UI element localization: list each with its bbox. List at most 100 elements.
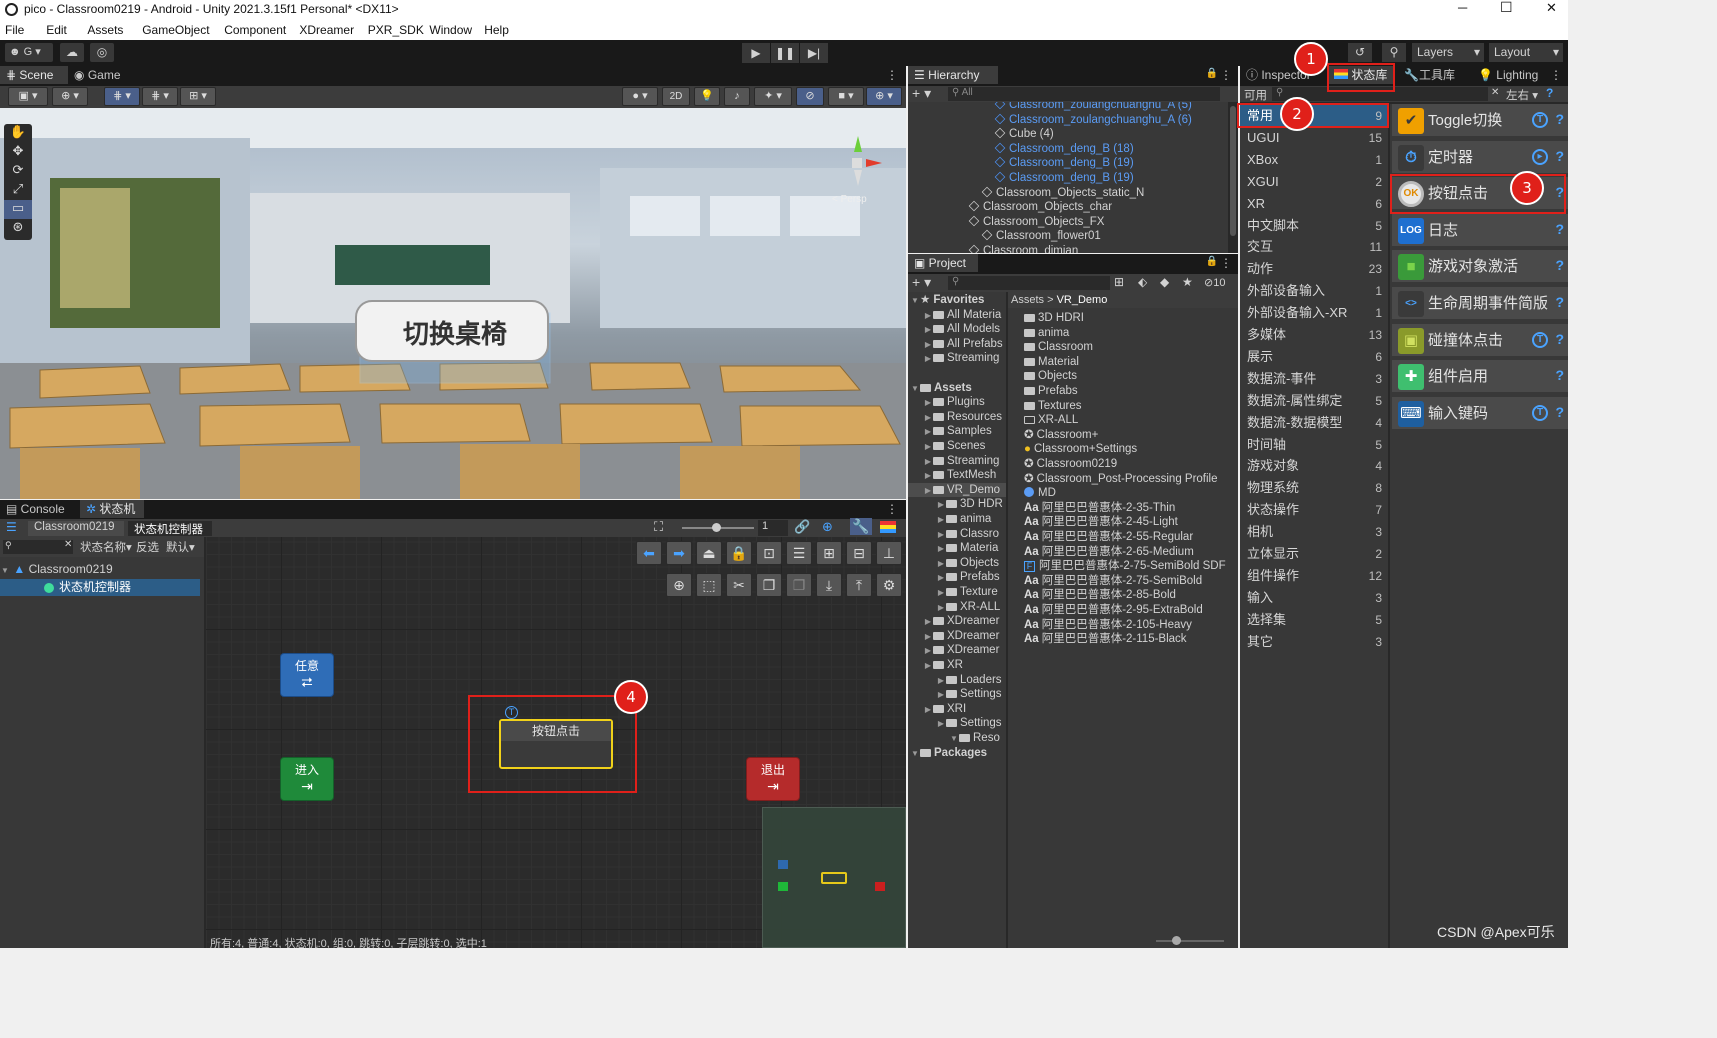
tag-icon[interactable]: ◆ bbox=[1160, 275, 1169, 289]
project-file-item[interactable]: Material bbox=[1008, 355, 1238, 370]
cut-icon[interactable]: ✂ bbox=[726, 573, 752, 597]
exit-node[interactable]: 退出 ⇥ bbox=[746, 757, 800, 801]
close-button[interactable]: ✕ bbox=[1546, 0, 1557, 16]
statelib-action[interactable]: ✔ Toggle切换 T? bbox=[1392, 104, 1568, 138]
project-file-item[interactable]: Aa 阿里巴巴普惠体-2-45-Light bbox=[1008, 515, 1238, 530]
project-tree-item[interactable]: ▶ Scenes bbox=[908, 439, 1006, 454]
statelib-category[interactable]: 时间轴 5 bbox=[1240, 434, 1388, 456]
settings-gear-icon[interactable]: ⚙ bbox=[876, 573, 902, 597]
project-file-item[interactable]: ✪ Classroom_Post-Processing Profile bbox=[1008, 472, 1238, 487]
cloud-icon[interactable]: ☁ bbox=[60, 43, 84, 62]
project-tree-item[interactable]: ▶ XR bbox=[908, 658, 1006, 673]
help-icon[interactable]: ? bbox=[1546, 86, 1553, 100]
statelib-category[interactable]: 输入 3 bbox=[1240, 587, 1388, 609]
project-tree-item[interactable]: ▶ XDreamer bbox=[908, 643, 1006, 658]
menu-item-assets[interactable]: Assets bbox=[87, 23, 123, 37]
minimap[interactable] bbox=[762, 807, 906, 948]
project-tree-item[interactable]: ▶ Objects bbox=[908, 556, 1006, 571]
project-file-item[interactable]: ✪ Classroom+ bbox=[1008, 428, 1238, 443]
transform-tool-icon[interactable]: ⊛ bbox=[4, 219, 32, 238]
statelib-category[interactable]: 外部设备输入 1 bbox=[1240, 280, 1388, 302]
project-tree-item[interactable]: ▶ 3D HDR bbox=[908, 497, 1006, 512]
tab-scene[interactable]: ⋕ Scene bbox=[0, 66, 68, 84]
layers-dropdown[interactable]: Layers ▾ bbox=[1412, 43, 1484, 62]
project-tree-item[interactable]: ▶ XR-ALL bbox=[908, 600, 1006, 615]
axis-gizmo[interactable] bbox=[828, 136, 884, 192]
hidden-count[interactable]: ⊘10 bbox=[1204, 276, 1225, 289]
menu-item-help[interactable]: Help bbox=[484, 23, 509, 37]
tab-lighting[interactable]: 💡 Lighting bbox=[1472, 66, 1552, 84]
statelib-action[interactable]: LOG 日志? bbox=[1392, 213, 1568, 248]
project-file-item[interactable]: Prefabs bbox=[1008, 384, 1238, 399]
statelib-icon[interactable] bbox=[880, 521, 896, 533]
statelib-category[interactable]: XGUI 2 bbox=[1240, 171, 1388, 193]
hierarchy-row[interactable]: Classroom_Objects_static_N bbox=[908, 186, 1228, 201]
statelib-category[interactable]: 物理系统 8 bbox=[1240, 477, 1388, 499]
statelib-category[interactable]: 数据流-事件 3 bbox=[1240, 368, 1388, 390]
any-state-node[interactable]: 任意 ⮂ bbox=[280, 653, 334, 697]
align-right-icon[interactable]: ➡ bbox=[666, 541, 692, 565]
add-icon[interactable]: + ▾ bbox=[912, 274, 931, 291]
project-file-item[interactable]: Textures bbox=[1008, 399, 1238, 414]
grid-snap-icon[interactable]: ⋕ ▾ bbox=[104, 87, 140, 106]
hierarchy-row[interactable]: Classroom_dimian bbox=[908, 244, 1228, 253]
help-icon[interactable]: ? bbox=[1555, 221, 1564, 237]
target-icon[interactable]: ⊕ bbox=[822, 519, 833, 535]
statelib-category[interactable]: 其它 3 bbox=[1240, 631, 1388, 653]
project-tree-item[interactable]: ▶ XDreamer bbox=[908, 614, 1006, 629]
rotate-tool-icon[interactable]: ⟳ bbox=[4, 162, 32, 181]
breadcrumb-vrdemo[interactable]: VR_Demo bbox=[1057, 294, 1108, 306]
menu-item-xdreamer[interactable]: XDreamer bbox=[299, 23, 354, 37]
project-file-item[interactable]: Aa 阿里巴巴普惠体-2-95-ExtraBold bbox=[1008, 603, 1238, 618]
lock-icon[interactable]: 🔒 bbox=[1206, 68, 1218, 79]
statelib-category[interactable]: 多媒体 13 bbox=[1240, 324, 1388, 346]
project-tree-item[interactable]: ▶ Resources bbox=[908, 410, 1006, 425]
project-tree-item[interactable]: ▶ All Prefabs bbox=[908, 337, 1006, 352]
hierarchy-search-input[interactable]: ⚲ All bbox=[948, 87, 1220, 101]
frame-icon[interactable]: ⛶ bbox=[654, 519, 663, 535]
menu-item-window[interactable]: Window bbox=[429, 23, 472, 37]
statelib-action[interactable]: ■ 游戏对象激活? bbox=[1392, 250, 1568, 285]
hierarchy-scrollbar[interactable] bbox=[1230, 106, 1236, 236]
project-tree-item[interactable]: ▶ VR_Demo bbox=[908, 482, 1006, 498]
filter-name-dropdown[interactable]: 状态名称▾ bbox=[80, 539, 132, 555]
more-icon[interactable]: ⋮ bbox=[886, 68, 898, 82]
play-button[interactable]: ▶ bbox=[742, 43, 770, 63]
hierarchy-row[interactable]: Classroom_deng_B (19) bbox=[908, 156, 1228, 171]
project-tree-item[interactable]: ▶ Materia bbox=[908, 541, 1006, 556]
project-file-item[interactable]: Aa 阿里巴巴普惠体-2-75-SemiBold bbox=[1008, 574, 1238, 589]
hierarchy-row[interactable]: Classroom_Objects_FX bbox=[908, 215, 1228, 230]
lock-icon[interactable]: 🔒 bbox=[726, 541, 752, 565]
statelib-category[interactable]: UGUI 15 bbox=[1240, 127, 1388, 149]
project-file-item[interactable]: ✪ Classroom0219 bbox=[1008, 457, 1238, 472]
statelib-category[interactable]: 选择集 5 bbox=[1240, 609, 1388, 631]
statelib-action[interactable]: ✚ 组件启用? bbox=[1392, 360, 1568, 395]
lock-icon[interactable]: 🔒 bbox=[1206, 256, 1218, 267]
statelib-category[interactable]: XR 6 bbox=[1240, 193, 1388, 215]
project-tree-item[interactable]: ▶ Plugins bbox=[908, 395, 1006, 410]
help-icon[interactable]: ? bbox=[1555, 294, 1564, 310]
layout-dropdown[interactable]: 左右 ▾ bbox=[1506, 87, 1538, 103]
project-tree-item[interactable]: ▶ All Models bbox=[908, 322, 1006, 337]
help-icon[interactable]: ? bbox=[1555, 367, 1564, 383]
statelib-category[interactable]: 游戏对象 4 bbox=[1240, 455, 1388, 477]
statelib-action[interactable]: ▣ 碰撞体点击 T? bbox=[1392, 323, 1568, 358]
project-tree-item[interactable]: ▼★ Favorites bbox=[908, 293, 1006, 308]
sm-tree-child[interactable]: 状态机控制器 bbox=[0, 579, 200, 596]
project-tree-item[interactable]: ▶ Streaming bbox=[908, 351, 1006, 366]
add-state-icon[interactable]: ⊕ bbox=[666, 573, 692, 597]
tip-t-icon[interactable]: T bbox=[1532, 112, 1548, 128]
sm-tree-root[interactable]: ▼ ▲ Classroom0219 bbox=[0, 561, 204, 578]
project-tree-item[interactable]: ▶ TextMesh bbox=[908, 468, 1006, 483]
align-top-icon[interactable]: ⏏ bbox=[696, 541, 722, 565]
menu-item-file[interactable]: File bbox=[5, 23, 24, 37]
project-file-item[interactable]: XR-ALL bbox=[1008, 413, 1238, 428]
favorite-icon[interactable]: ★ bbox=[1182, 275, 1193, 289]
project-file-item[interactable]: Aa 阿里巴巴普惠体-2-55-Regular bbox=[1008, 530, 1238, 545]
more-icon[interactable]: ⋮ bbox=[1550, 68, 1562, 82]
project-file-item[interactable]: Aa 阿里巴巴普惠体-2-65-Medium bbox=[1008, 545, 1238, 560]
project-file-item[interactable]: Objects bbox=[1008, 369, 1238, 384]
link-icon[interactable]: 🔗 bbox=[794, 519, 810, 535]
project-tree-item[interactable]: ▶ Streaming bbox=[908, 454, 1006, 469]
hand-tool-icon[interactable]: ✋ bbox=[4, 124, 32, 143]
